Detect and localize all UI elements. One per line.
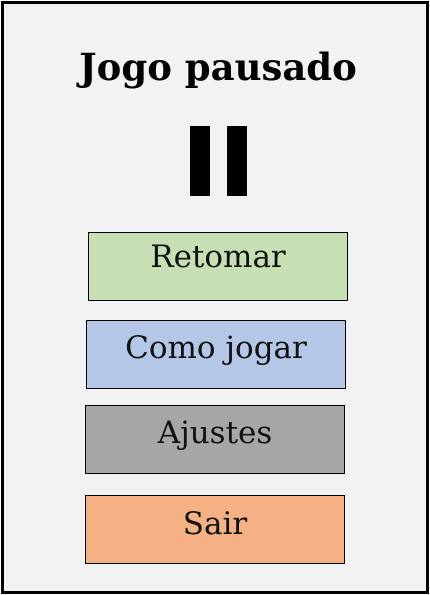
how-to-play-button[interactable]: Como jogar xyxy=(86,320,346,389)
pause-icon-bar-left xyxy=(190,126,210,196)
exit-button[interactable]: Sair xyxy=(85,495,345,564)
settings-button[interactable]: Ajustes xyxy=(85,405,345,474)
how-to-play-button-label: Como jogar xyxy=(125,330,307,366)
exit-button-label: Sair xyxy=(182,506,248,542)
page-title: Jogo pausado xyxy=(79,45,357,89)
pause-icon-bar-right xyxy=(227,126,247,196)
pause-icon xyxy=(190,126,250,196)
resume-button-label: Retomar xyxy=(150,239,286,275)
pause-menu-panel: Jogo pausado Retomar Como jogar Ajustes … xyxy=(1,1,429,594)
settings-button-label: Ajustes xyxy=(157,415,273,451)
resume-button[interactable]: Retomar xyxy=(88,232,348,301)
